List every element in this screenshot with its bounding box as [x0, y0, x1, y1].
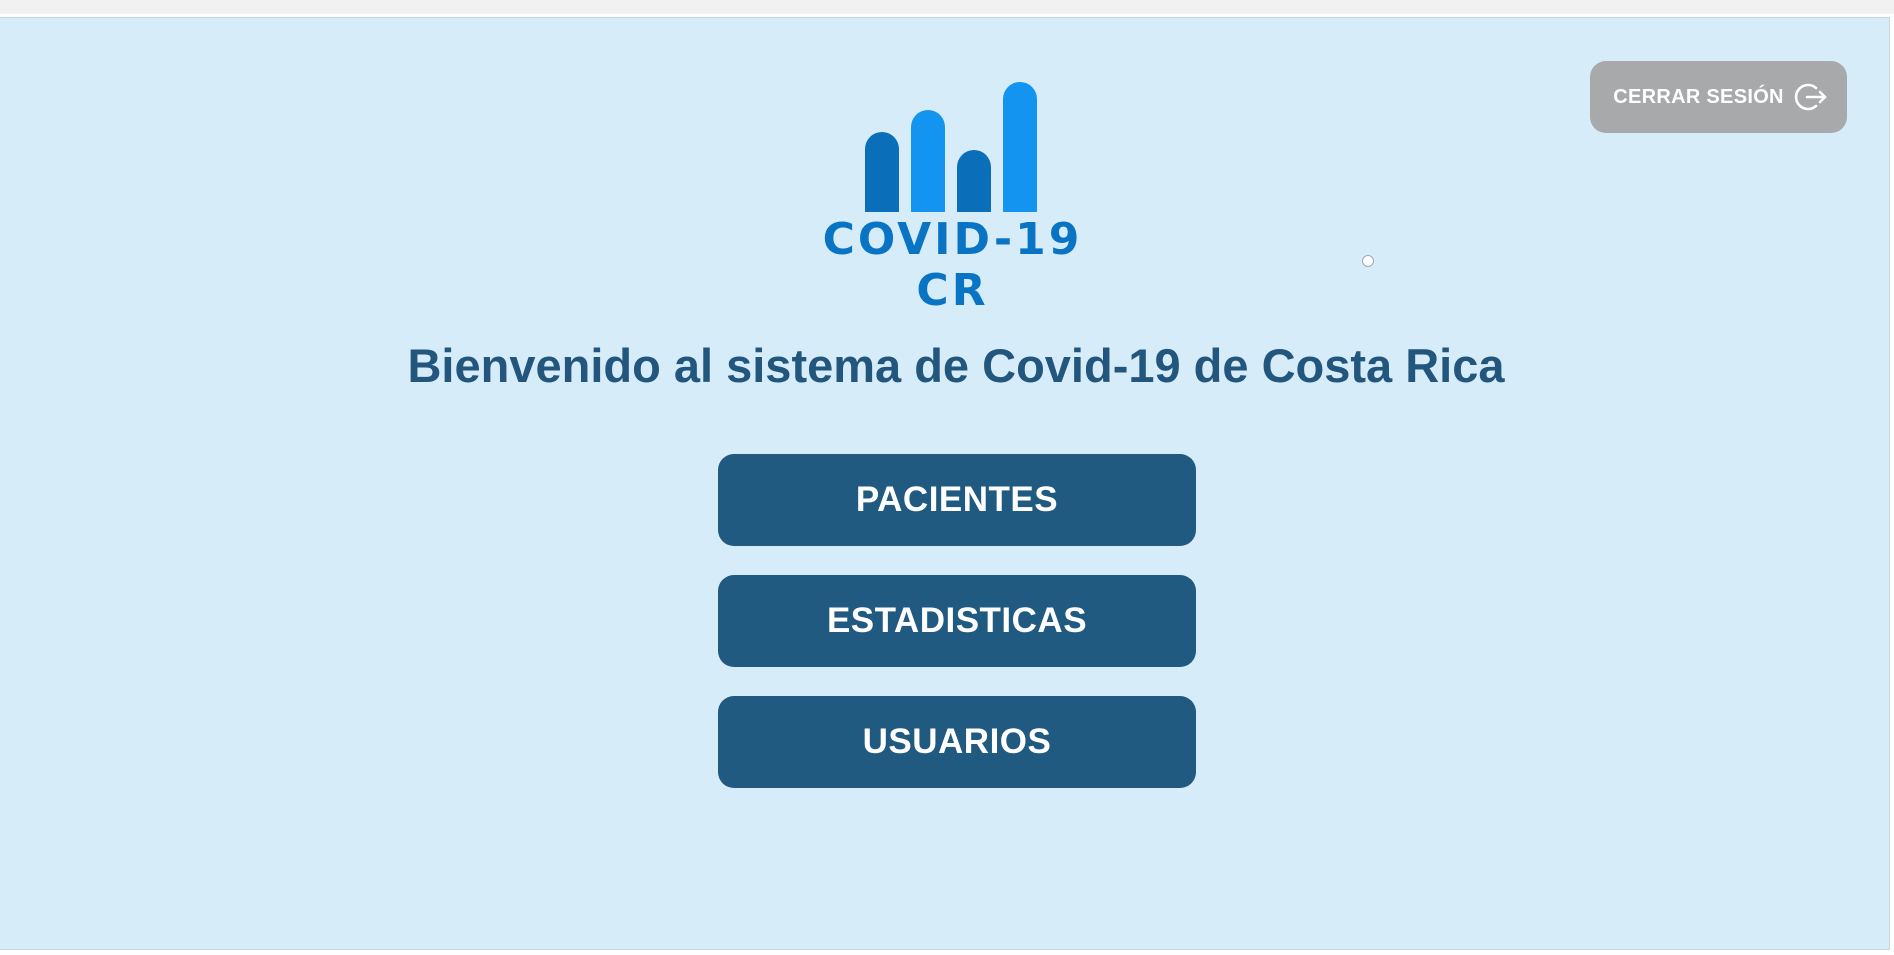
mouse-cursor — [1362, 255, 1374, 267]
estadisticas-button-label: ESTADISTICAS — [826, 601, 1088, 640]
bar-chart-icon — [865, 82, 1037, 212]
logo: COVID-19 CR — [800, 82, 1105, 316]
usuarios-button-label: USUARIOS — [862, 722, 1052, 761]
pacientes-button-label: PACIENTES — [855, 480, 1059, 519]
logout-label: CERRAR SESIÓN — [1613, 85, 1784, 108]
logout-button[interactable]: CERRAR SESIÓN — [1590, 61, 1847, 133]
logo-text: COVID-19 CR — [822, 214, 1083, 316]
browser-top-strip — [0, 0, 1894, 14]
estadisticas-button[interactable]: ESTADISTICAS — [718, 575, 1196, 667]
logout-icon — [1794, 80, 1828, 114]
page-title: Bienvenido al sistema de Covid-19 de Cos… — [407, 339, 1505, 392]
usuarios-button[interactable]: USUARIOS — [718, 696, 1196, 788]
pacientes-button[interactable]: PACIENTES — [718, 454, 1196, 546]
